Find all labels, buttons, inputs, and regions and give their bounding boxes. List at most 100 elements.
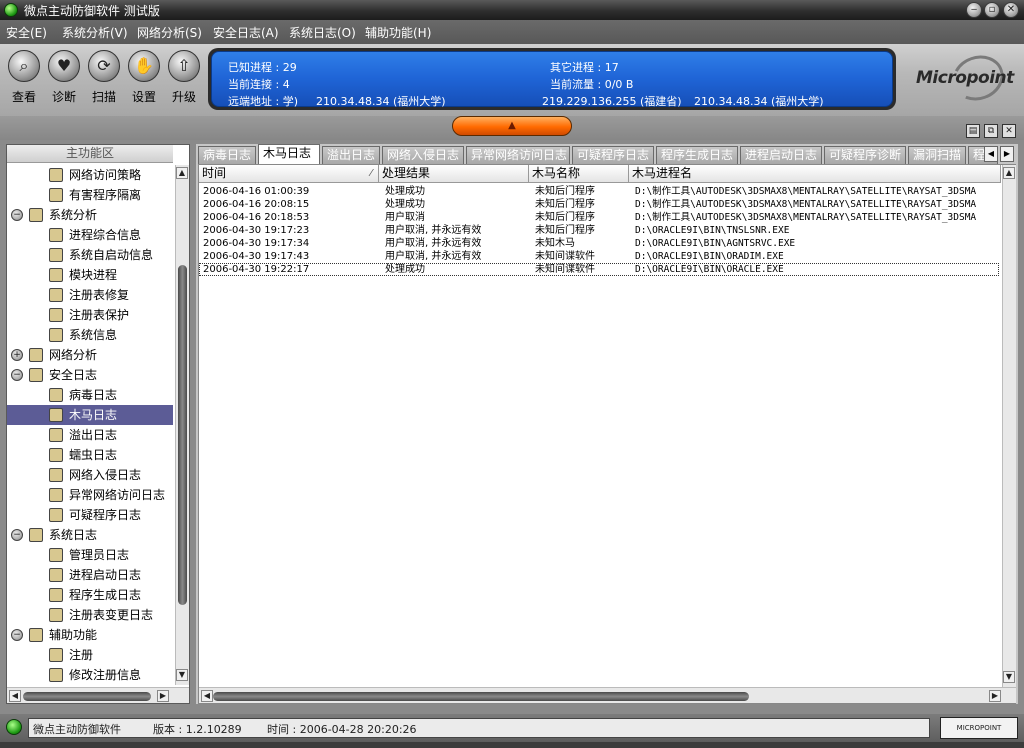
menu-network-analysis[interactable]: 网络分析(S) (137, 24, 202, 41)
tree-item[interactable]: 溢出日志 (7, 425, 173, 445)
collapse-icon[interactable]: − (11, 369, 23, 381)
upgrade-button[interactable]: ⇧ 升级 (164, 50, 204, 110)
table-row[interactable]: 2006-04-30 19:17:23 用户取消, 并永远有效 未知后门程序 D:\O… (199, 224, 999, 237)
table-cell: 处理成功 (385, 186, 425, 197)
tree-item[interactable]: 网络访问策略 (7, 165, 173, 185)
tree-item[interactable]: 系统自启动信息 (7, 245, 173, 265)
scroll-thumb[interactable] (213, 692, 749, 701)
view-close-button[interactable]: ✕ (1002, 124, 1016, 138)
table-horizontal-scrollbar[interactable]: ◀ ▶ (199, 687, 1016, 703)
scroll-right-icon[interactable]: ▶ (989, 690, 1001, 702)
tree-item[interactable]: 蠕虫日志 (7, 445, 173, 465)
tree-item[interactable]: 病毒日志 (7, 385, 173, 405)
tree-item[interactable]: − 系统分析 (7, 205, 173, 225)
scroll-up-icon[interactable]: ▲ (1003, 167, 1015, 179)
scroll-down-icon[interactable]: ▼ (176, 669, 188, 681)
log-tab-bar: 病毒日志 木马日志 溢出日志 网络入侵日志 异常网络访问日志 可疑程序日志 程序生成日志 进程… (196, 144, 1018, 164)
log-tab[interactable]: 可疑程序日志 (572, 146, 654, 164)
log-tab[interactable]: 网络入侵日志 (382, 146, 464, 164)
diagnose-button[interactable]: ♥ 诊断 (44, 50, 84, 110)
scan-button[interactable]: ⟳ 扫描 (84, 50, 124, 110)
tree-item[interactable]: − 系统日志 (7, 525, 173, 545)
tree-item[interactable]: − 安全日志 (7, 365, 173, 385)
log-tab[interactable]: 异常网络访问日志 (466, 146, 570, 164)
tree-item[interactable]: 注册表修复 (7, 285, 173, 305)
tree-item-label: 网络访问策略 (69, 168, 142, 182)
maximize-button[interactable]: ▫ (984, 2, 1000, 18)
collapse-icon[interactable]: − (11, 209, 23, 221)
log-tab[interactable]: 程序生成日志 (656, 146, 738, 164)
tree-item[interactable]: 注册表变更日志 (7, 605, 173, 625)
view-list-button[interactable]: ▤ (966, 124, 980, 138)
log-tab[interactable]: 漏洞扫描 (908, 146, 966, 164)
table-cell: 处理成功 (385, 264, 425, 275)
view-restore-button[interactable]: ⧉ (984, 124, 998, 138)
scroll-down-icon[interactable]: ▼ (1003, 671, 1015, 683)
tree-item[interactable]: 修改注册信息 (7, 665, 173, 685)
collapse-toolbar-button[interactable]: ▲ (452, 116, 572, 136)
scroll-up-icon[interactable]: ▲ (176, 167, 188, 179)
tree-horizontal-scrollbar[interactable]: ◀ ▶ (7, 687, 189, 703)
tree-item[interactable]: 注册 (7, 645, 173, 665)
tree-item[interactable]: 模块进程 (7, 265, 173, 285)
scroll-left-icon[interactable]: ◀ (201, 690, 213, 702)
column-header-trojan-name[interactable]: 木马名称 (529, 165, 629, 183)
log-tab[interactable]: 可疑程序诊断 (824, 146, 906, 164)
view-button[interactable]: ⌕ 查看 (4, 50, 44, 110)
menu-security[interactable]: 安全(E) (6, 24, 47, 41)
table-row[interactable]: 2006-04-30 19:22:17 处理成功 未知间谍软件 D:\ORACLE9I… (199, 263, 999, 276)
tree-item[interactable]: 有害程序隔离 (7, 185, 173, 205)
scroll-right-icon[interactable]: ▶ (157, 690, 169, 702)
collapse-icon[interactable]: − (11, 629, 23, 641)
registry-protect-icon (49, 308, 63, 322)
log-tab[interactable]: 病毒日志 (198, 146, 256, 164)
scroll-thumb[interactable] (178, 265, 187, 605)
column-header-process-name[interactable]: 木马进程名 (629, 165, 1001, 183)
log-tab[interactable]: 木马日志 (258, 144, 320, 164)
collapse-icon[interactable]: − (11, 529, 23, 541)
table-row[interactable]: 2006-04-16 20:18:53 用户取消 未知后门程序 D:\制作工具\AUT… (199, 211, 999, 224)
column-header-time[interactable]: 时间 ⁄ (199, 165, 379, 183)
toolbar: ⌕ 查看 ♥ 诊断 ⟳ 扫描 ✋ 设置 ⇧ 升级 已知进程 : 29 其它进程 … (0, 44, 1024, 116)
table-row[interactable]: 2006-04-16 01:00:39 处理成功 未知后门程序 D:\制作工具\AUT… (199, 185, 999, 198)
expand-icon[interactable]: + (11, 349, 23, 361)
scroll-left-icon[interactable]: ◀ (9, 690, 21, 702)
tree-item[interactable]: 系统信息 (7, 325, 173, 345)
tree-item[interactable]: 进程启动日志 (7, 565, 173, 585)
table-vertical-scrollbar[interactable]: ▲ ▼ (1002, 165, 1016, 687)
tree-item[interactable]: 木马日志 (7, 405, 173, 425)
log-tab[interactable]: 溢出日志 (322, 146, 380, 164)
log-tab[interactable]: 进程启动日志 (740, 146, 822, 164)
tree-item[interactable]: − 辅助功能 (7, 625, 173, 645)
table-cell: 未知后门程序 (535, 212, 595, 223)
tree-item[interactable]: 管理员日志 (7, 545, 173, 565)
tree-item-label: 注册表修复 (69, 288, 130, 302)
minimize-button[interactable]: ‒ (966, 2, 982, 18)
tree-item[interactable]: 异常网络访问日志 (7, 485, 173, 505)
system-status-panel: 已知进程 : 29 其它进程 : 17 当前连接 : 4 当前流量 : 0/0 … (208, 48, 896, 110)
menu-security-log[interactable]: 安全日志(A) (213, 24, 279, 41)
tree-item-label: 系统自启动信息 (69, 248, 154, 262)
table-row[interactable]: 2006-04-30 19:17:34 用户取消, 并永远有效 未知木马 D:\ORA… (199, 237, 999, 250)
menu-system-log[interactable]: 系统日志(O) (289, 24, 356, 41)
close-button[interactable]: ✕ (1003, 2, 1019, 18)
tree-item[interactable]: 注册表保护 (7, 305, 173, 325)
tree-item[interactable]: 网络入侵日志 (7, 465, 173, 485)
menu-assist[interactable]: 辅助功能(H) (365, 24, 431, 41)
scroll-thumb[interactable] (23, 692, 151, 701)
process-info-icon (49, 228, 63, 242)
tree-item[interactable]: + 网络分析 (7, 345, 173, 365)
tab-scroll-right-icon[interactable]: ▶ (1000, 146, 1014, 162)
settings-button[interactable]: ✋ 设置 (124, 50, 164, 110)
tab-scroll-left-icon[interactable]: ◀ (984, 146, 998, 162)
table-cell: 2006-04-30 19:22:17 (203, 264, 310, 275)
tree-item[interactable]: 进程综合信息 (7, 225, 173, 245)
table-row[interactable]: 2006-04-16 20:08:15 处理成功 未知后门程序 D:\制作工具\AUT… (199, 198, 999, 211)
table-cell: 处理成功 (385, 199, 425, 210)
menu-system-analysis[interactable]: 系统分析(V) (62, 24, 128, 41)
tree-item[interactable]: 可疑程序日志 (7, 505, 173, 525)
tree-item[interactable]: 程序生成日志 (7, 585, 173, 605)
tree-vertical-scrollbar[interactable]: ▲ ▼ (175, 165, 189, 685)
column-header-result[interactable]: 处理结果 (379, 165, 529, 183)
table-row[interactable]: 2006-04-30 19:17:43 用户取消, 并永远有效 未知间谍软件 D:\O… (199, 250, 999, 263)
